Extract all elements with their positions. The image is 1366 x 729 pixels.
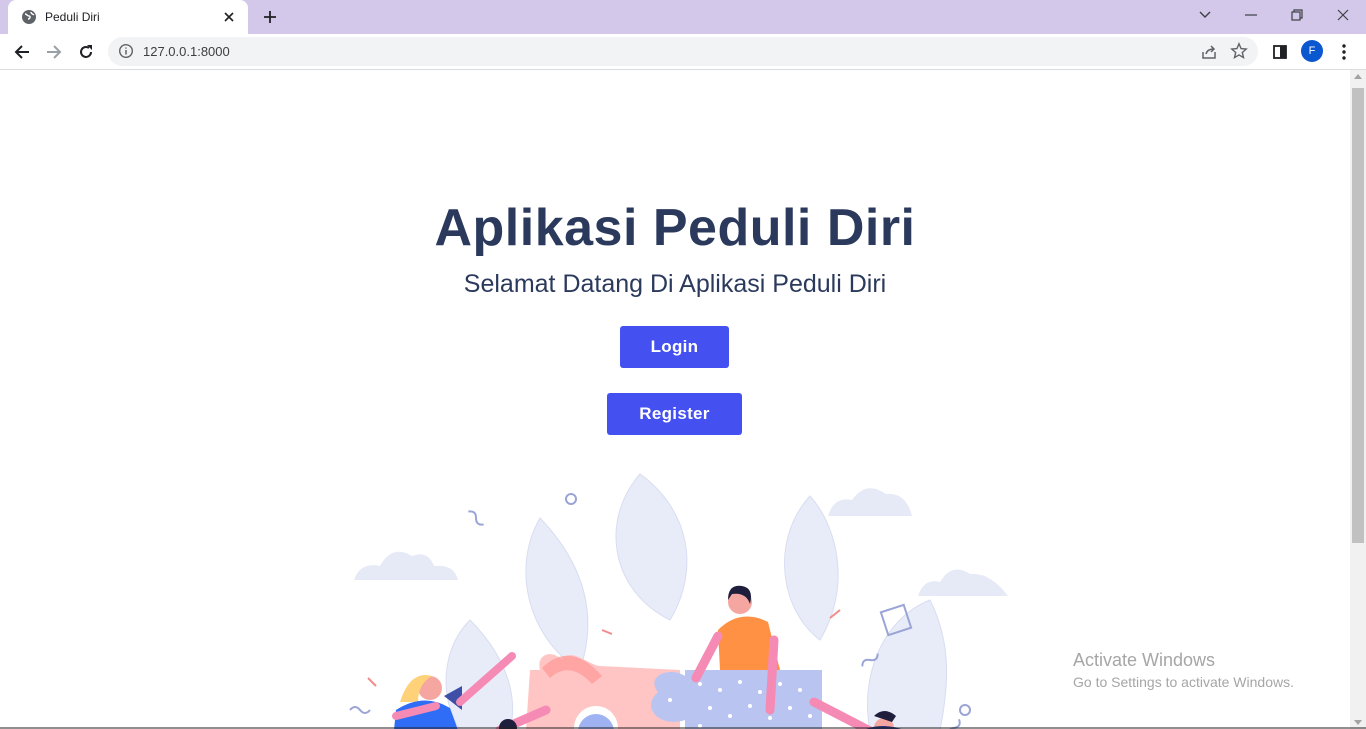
more-icon[interactable] xyxy=(1330,38,1358,66)
scroll-up-arrow[interactable] xyxy=(1354,74,1362,79)
profile-avatar[interactable]: F xyxy=(1301,40,1323,62)
chevron-down-icon[interactable] xyxy=(1182,0,1228,30)
info-icon[interactable] xyxy=(118,43,134,59)
register-button[interactable]: Register xyxy=(607,393,742,435)
browser-toolbar: 127.0.0.1:8000 F xyxy=(0,34,1366,70)
reload-icon[interactable] xyxy=(72,38,100,66)
browser-tab[interactable]: Peduli Diri xyxy=(8,0,248,34)
login-button[interactable]: Login xyxy=(620,326,729,368)
restore-icon[interactable] xyxy=(1274,0,1320,30)
minimize-icon[interactable] xyxy=(1228,0,1274,30)
url-text[interactable]: 127.0.0.1:8000 xyxy=(143,44,230,59)
side-panel-icon[interactable] xyxy=(1266,38,1294,66)
vertical-scrollbar[interactable] xyxy=(1350,70,1366,729)
share-icon[interactable] xyxy=(1200,43,1218,61)
page-title: Aplikasi Peduli Diri xyxy=(434,199,916,257)
watermark-subtitle: Go to Settings to activate Windows. xyxy=(1073,674,1294,690)
back-icon[interactable] xyxy=(8,38,36,66)
scrollbar-thumb[interactable] xyxy=(1352,88,1364,543)
watermark-title: Activate Windows xyxy=(1073,650,1216,670)
tab-strip: Peduli Diri xyxy=(0,0,1366,34)
scroll-down-arrow[interactable] xyxy=(1354,720,1362,725)
forward-icon[interactable] xyxy=(40,38,68,66)
close-icon[interactable] xyxy=(220,8,238,26)
page-viewport: Aplikasi Peduli Diri Selamat Datang Di A… xyxy=(0,70,1350,729)
page-subtitle: Selamat Datang Di Aplikasi Peduli Diri xyxy=(463,270,887,298)
star-icon[interactable] xyxy=(1230,42,1248,60)
hero-illustration xyxy=(349,473,1008,729)
window-close-icon[interactable] xyxy=(1320,0,1366,30)
windows-activation-watermark: Activate Windows Go to Settings to activ… xyxy=(1073,650,1294,690)
address-bar[interactable]: 127.0.0.1:8000 xyxy=(108,37,1258,66)
tab-title: Peduli Diri xyxy=(45,10,100,24)
globe-icon xyxy=(21,9,37,25)
plus-icon[interactable] xyxy=(258,6,282,28)
